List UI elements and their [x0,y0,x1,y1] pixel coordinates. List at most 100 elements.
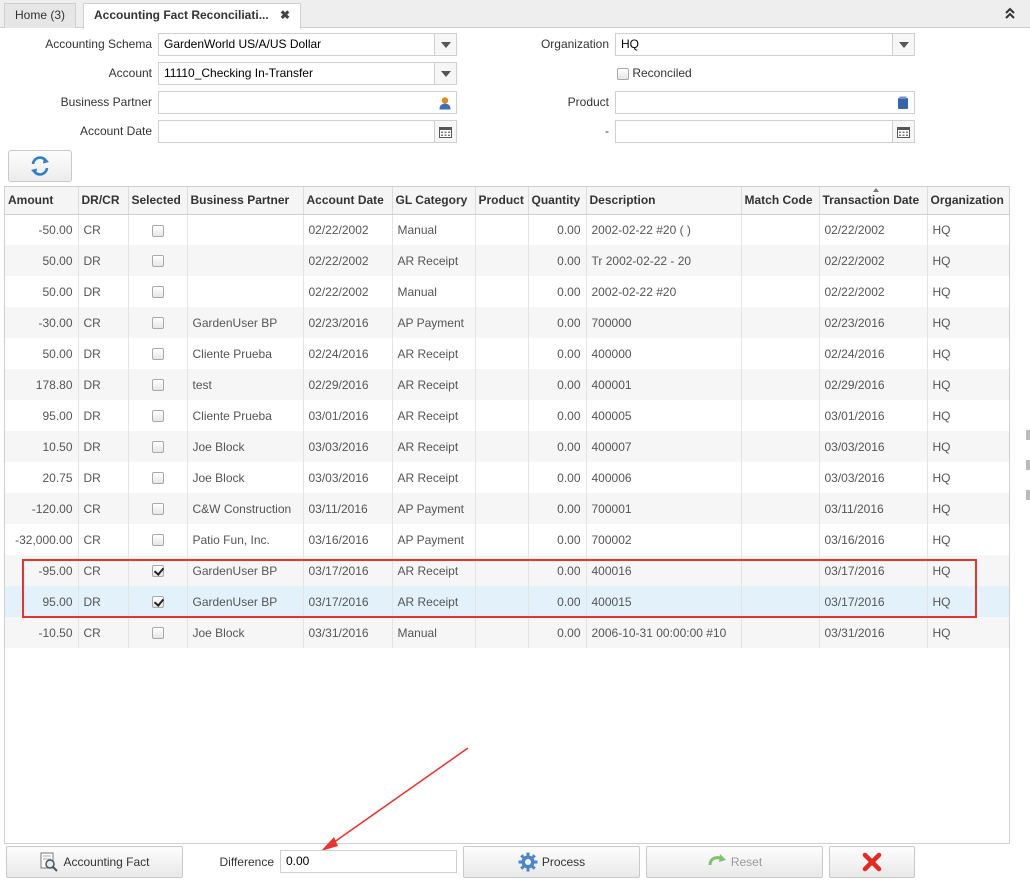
table-row[interactable]: 95.00 DR Cliente Prueba 03/01/2016 AR Receip… [5,400,1009,431]
calendar-icon[interactable] [892,121,914,142]
cell-selected[interactable] [128,214,188,245]
tab-label: Accounting Fact Reconciliati... [94,8,269,22]
splitter-handle[interactable] [1026,490,1030,500]
date-to-field[interactable] [615,120,915,143]
splitter-handle[interactable] [1026,430,1030,440]
cell-selected[interactable] [128,276,188,307]
cell-selected[interactable] [128,307,188,338]
table-row[interactable]: -120.00 CR C&W Construction 03/11/2016 AP Pa… [5,493,1009,524]
cell-selected[interactable] [128,245,188,276]
calendar-icon[interactable] [434,121,456,142]
row-select-checkbox[interactable] [151,534,164,547]
col-business-partner[interactable]: Business Partner [187,187,304,215]
splitter-handle[interactable] [1026,460,1030,470]
cell-selected[interactable] [128,617,188,648]
tab-home-label: Home (3) [15,8,66,22]
cell-business-partner: Joe Block [187,431,304,462]
process-button[interactable]: Process [463,846,640,878]
reconciled-checkbox[interactable]: Reconciled [617,66,692,80]
business-partner-field[interactable] [158,91,457,114]
cell-selected[interactable] [128,400,188,431]
table-row[interactable]: 50.00 DR 02/22/2002 Manual 0.00 2002-02-22 #2… [5,276,1009,307]
cell-drcr: CR [78,214,129,245]
row-select-checkbox[interactable] [151,255,164,268]
tab-home[interactable]: Home (3) [4,3,77,28]
col-match-code[interactable]: Match Code [741,187,820,215]
cell-product [475,462,529,493]
col-selected[interactable]: Selected [128,187,188,215]
cell-business-partner: C&W Construction [187,493,304,524]
row-select-checkbox[interactable] [151,317,164,330]
cell-drcr: CR [78,307,129,338]
table-row[interactable]: 178.80 DR test 02/29/2016 AR Receipt 0.00 4000… [5,369,1009,400]
table-row[interactable]: -10.50 CR Joe Block 03/31/2016 Manual 0.00 200… [5,617,1009,648]
account-select[interactable]: 11110_Checking In-Transfer [158,62,457,85]
table-row[interactable]: 10.50 DR Joe Block 03/03/2016 AR Receipt 0.00… [5,431,1009,462]
cell-business-partner: Joe Block [187,617,304,648]
cell-selected[interactable] [128,493,188,524]
cell-selected[interactable] [128,524,188,555]
gear-icon [518,852,538,872]
table-row[interactable]: 50.00 DR 02/22/2002 AR Receipt 0.00 Tr 2002-0… [5,245,1009,276]
col-organization[interactable]: Organization [927,187,1009,215]
col-amount[interactable]: Amount [5,187,79,215]
person-icon[interactable] [434,92,456,113]
row-select-checkbox[interactable] [151,286,164,299]
row-select-checkbox[interactable] [151,224,164,237]
product-field[interactable] [615,91,915,114]
dropdown-arrow-icon[interactable] [434,34,456,55]
row-select-checkbox[interactable] [151,627,164,640]
cell-drcr: CR [78,493,129,524]
cell-quantity: 0.00 [528,524,587,555]
cell-gl-category: AR Receipt [392,462,476,493]
reconciled-checkbox-box[interactable] [617,67,629,80]
cell-quantity: 0.00 [528,245,587,276]
table-row[interactable]: -50.00 CR 02/22/2002 Manual 0.00 2002-02-22 #… [5,214,1009,245]
cancel-button[interactable] [829,846,915,878]
cell-description: 2002-02-22 #20 [586,276,742,307]
table-row[interactable]: -30.00 CR GardenUser BP 02/23/2016 AP Paymen… [5,307,1009,338]
cell-quantity: 0.00 [528,214,587,245]
cell-selected[interactable] [128,462,188,493]
cell-product [475,400,529,431]
table-row[interactable]: 50.00 DR Cliente Prueba 02/24/2016 AR Receip… [5,338,1009,369]
cell-product [475,431,529,462]
cell-selected[interactable] [128,338,188,369]
accounting-fact-button[interactable]: Accounting Fact [6,846,183,878]
col-transaction-date[interactable]: Transaction Date [819,187,928,215]
row-select-checkbox[interactable] [151,410,164,423]
cell-selected[interactable] [128,431,188,462]
row-select-checkbox[interactable] [151,472,164,485]
difference-field[interactable]: 0.00 [280,850,457,873]
product-label: Product [567,95,609,109]
tab-accounting-fact-reconciliation[interactable]: Accounting Fact Reconciliati... ✖ [83,3,302,29]
product-icon[interactable] [892,92,914,113]
dropdown-arrow-icon[interactable] [892,34,914,55]
close-icon[interactable]: ✖ [280,8,290,22]
account-date-field[interactable] [158,120,457,143]
double-chevron-up-icon[interactable] [1004,6,1016,20]
cell-selected[interactable] [128,369,188,400]
refresh-button[interactable] [8,150,72,182]
cell-business-partner: Patio Fun, Inc. [187,524,304,555]
row-select-checkbox[interactable] [151,441,164,454]
cell-account-date: 02/22/2002 [303,214,393,245]
col-gl-category[interactable]: GL Category [392,187,476,215]
col-drcr[interactable]: DR/CR [78,187,129,215]
col-account-date[interactable]: Account Date [303,187,393,215]
col-description[interactable]: Description [586,187,742,215]
col-quantity[interactable]: Quantity [528,187,587,215]
reset-button[interactable]: Reset [646,846,823,878]
row-select-checkbox[interactable] [151,348,164,361]
reconciled-label: Reconciled [632,66,692,80]
organization-select[interactable]: HQ [615,33,915,56]
row-select-checkbox[interactable] [151,379,164,392]
refresh-icon [31,156,49,176]
table-row[interactable]: -32,000.00 CR Patio Fun, Inc. 03/16/2016 AP … [5,524,1009,555]
col-product[interactable]: Product [475,187,529,215]
cell-product [475,276,529,307]
row-select-checkbox[interactable] [151,503,164,516]
accounting-schema-select[interactable]: GardenWorld US/A/US Dollar [158,33,457,56]
table-row[interactable]: 20.75 DR Joe Block 03/03/2016 AR Receipt 0.00… [5,462,1009,493]
dropdown-arrow-icon[interactable] [434,63,456,84]
